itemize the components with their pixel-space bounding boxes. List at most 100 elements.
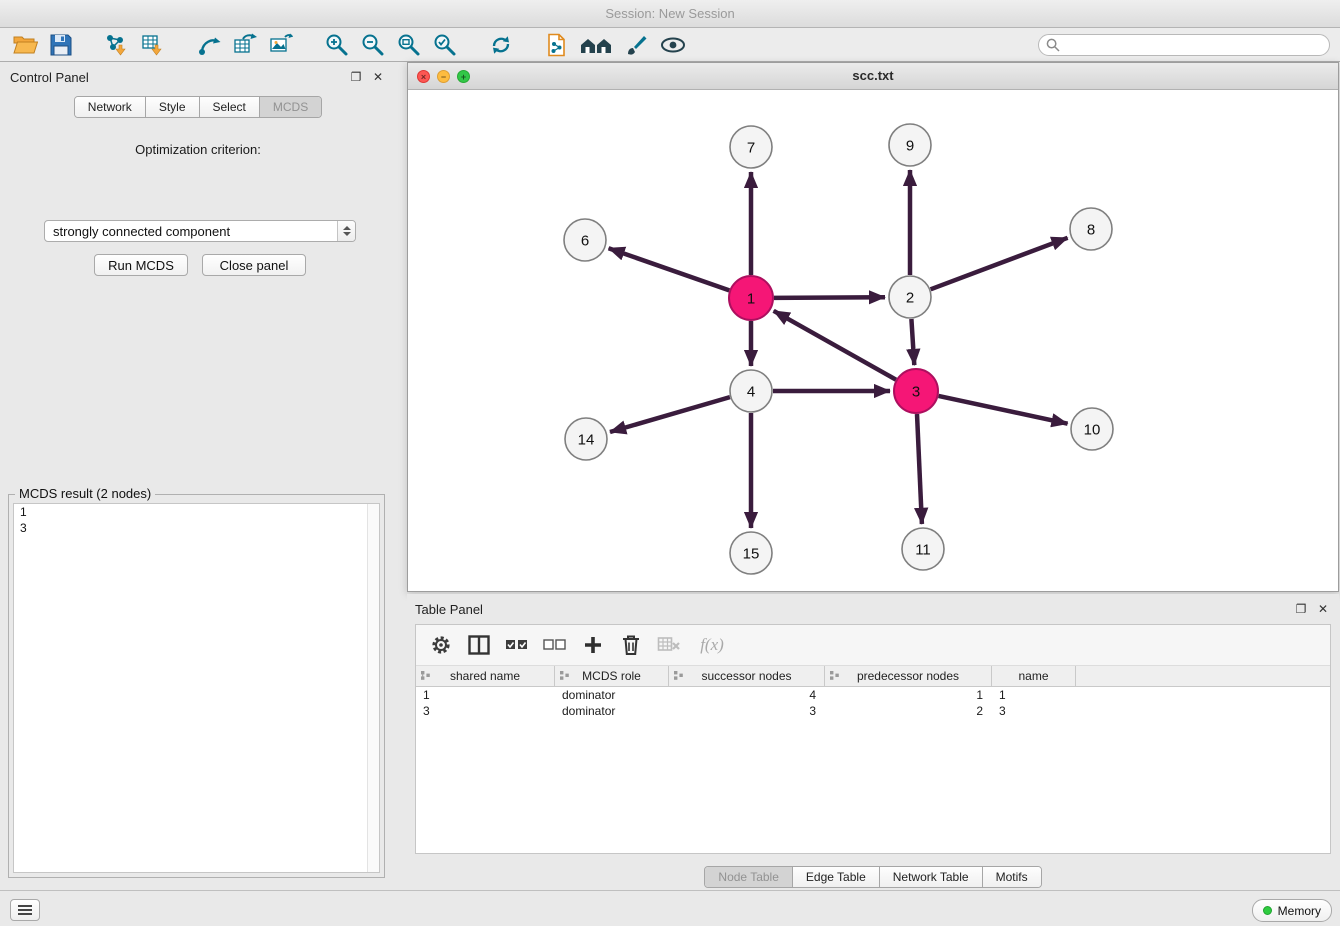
close-panel-button[interactable]: Close panel — [202, 254, 306, 276]
optimization-criterion-select[interactable]: strongly connected component — [44, 220, 356, 242]
show-columns-icon[interactable] — [464, 630, 494, 660]
edge-3-11[interactable] — [917, 414, 922, 524]
edge-2-3[interactable] — [911, 319, 914, 365]
mcds-result-item[interactable]: 1 — [14, 504, 379, 520]
tab-mcds[interactable]: MCDS — [260, 97, 321, 117]
zoom-selected-icon[interactable] — [430, 30, 460, 60]
control-panel: Control Panel ❐ ✕ Network Style Select M… — [0, 62, 396, 890]
table-row[interactable]: 1dominator411 — [416, 687, 1330, 703]
zoom-fit-icon[interactable] — [394, 30, 424, 60]
svg-text:3: 3 — [912, 383, 920, 400]
column-header-name[interactable]: name — [992, 666, 1076, 686]
tab-network[interactable]: Network — [75, 97, 146, 117]
minimize-window-icon[interactable]: − — [437, 70, 450, 83]
search-field[interactable] — [1038, 34, 1330, 56]
search-input[interactable] — [1064, 37, 1322, 53]
edge-3-1[interactable] — [774, 311, 896, 380]
network-window-titlebar[interactable]: × − + scc.txt — [408, 63, 1338, 90]
column-header-mcds-role[interactable]: MCDS role — [555, 666, 669, 686]
deselect-all-icon[interactable] — [540, 630, 570, 660]
table-cell[interactable]: 3 — [416, 703, 555, 719]
mcds-result-list[interactable]: 1 3 — [13, 503, 380, 873]
image-export-icon[interactable] — [266, 30, 296, 60]
memory-button[interactable]: Memory — [1252, 899, 1332, 922]
column-header-shared-name[interactable]: shared name — [416, 666, 555, 686]
svg-text:2: 2 — [906, 289, 914, 306]
graph-node-3[interactable]: 3 — [894, 369, 938, 413]
table-cell[interactable]: 2 — [825, 703, 992, 719]
select-all-icon[interactable] — [502, 630, 532, 660]
add-column-icon[interactable] — [578, 630, 608, 660]
tab-edge-table[interactable]: Edge Table — [793, 867, 880, 887]
tab-style[interactable]: Style — [146, 97, 200, 117]
delete-column-trash-icon[interactable] — [616, 630, 646, 660]
table-arrow-icon[interactable] — [230, 30, 260, 60]
edge-4-14[interactable] — [610, 397, 730, 432]
import-network-icon[interactable] — [102, 30, 132, 60]
table-cell[interactable]: dominator — [555, 703, 669, 719]
network-graph[interactable]: 7 9 6 8 1 2 4 3 14 10 15 11 — [408, 90, 1338, 591]
table-row[interactable]: 3dominator323 — [416, 703, 1330, 719]
close-window-icon[interactable]: × — [417, 70, 430, 83]
table-settings-gear-icon[interactable] — [426, 630, 456, 660]
result-scrollbar[interactable] — [367, 504, 379, 872]
column-header-successor-nodes[interactable]: successor nodes — [669, 666, 825, 686]
network-arrow-icon[interactable] — [194, 30, 224, 60]
network-view-window: × − + scc.txt 7 9 6 8 1 2 4 3 14 10 15 11 — [407, 62, 1339, 592]
graph-node-14[interactable]: 14 — [565, 418, 607, 460]
table-tabbar: Node Table Edge Table Network Table Moti… — [704, 866, 1041, 888]
table-cell[interactable]: 4 — [669, 687, 825, 703]
table-cell[interactable]: 3 — [992, 703, 1076, 719]
float-table-panel-icon[interactable]: ❐ — [1293, 602, 1309, 616]
first-neighbors-icon[interactable] — [578, 30, 616, 60]
window-titlebar[interactable]: Session: New Session — [0, 0, 1340, 28]
graph-node-4[interactable]: 4 — [730, 370, 772, 412]
table-cell[interactable]: 1 — [825, 687, 992, 703]
network-file-icon[interactable] — [542, 30, 572, 60]
graph-node-2[interactable]: 2 — [889, 276, 931, 318]
graph-node-1[interactable]: 1 — [729, 276, 773, 320]
edge-2-8[interactable] — [931, 238, 1068, 289]
graph-node-10[interactable]: 10 — [1071, 408, 1113, 450]
svg-text:15: 15 — [743, 545, 760, 562]
graph-node-6[interactable]: 6 — [564, 219, 606, 261]
table-cell[interactable]: dominator — [555, 687, 669, 703]
tab-network-table[interactable]: Network Table — [880, 867, 983, 887]
tab-select[interactable]: Select — [200, 97, 260, 117]
show-hide-eye-icon[interactable] — [658, 30, 688, 60]
apply-style-icon[interactable] — [622, 30, 652, 60]
network-canvas[interactable]: 7 9 6 8 1 2 4 3 14 10 15 11 — [408, 90, 1338, 591]
svg-text:9: 9 — [906, 137, 914, 154]
task-history-icon[interactable] — [10, 899, 40, 921]
tab-motifs[interactable]: Motifs — [983, 867, 1041, 887]
mcds-result-item[interactable]: 3 — [14, 520, 379, 536]
svg-text:10: 10 — [1084, 421, 1101, 438]
save-session-icon[interactable] — [46, 30, 76, 60]
table-cell[interactable]: 1 — [416, 687, 555, 703]
float-panel-icon[interactable]: ❐ — [348, 70, 364, 84]
open-session-icon[interactable] — [10, 30, 40, 60]
main-toolbar — [0, 28, 1340, 62]
zoom-window-icon[interactable]: + — [457, 70, 470, 83]
tab-node-table[interactable]: Node Table — [705, 867, 793, 887]
graph-node-8[interactable]: 8 — [1070, 208, 1112, 250]
column-header-predecessor-nodes[interactable]: predecessor nodes — [825, 666, 992, 686]
graph-node-7[interactable]: 7 — [730, 126, 772, 168]
graph-node-9[interactable]: 9 — [889, 124, 931, 166]
zoom-in-icon[interactable] — [322, 30, 352, 60]
graph-node-15[interactable]: 15 — [730, 532, 772, 574]
close-panel-icon[interactable]: ✕ — [370, 70, 386, 84]
table-cell[interactable]: 1 — [992, 687, 1076, 703]
graph-node-11[interactable]: 11 — [902, 528, 944, 570]
table-cell[interactable]: 3 — [669, 703, 825, 719]
refresh-icon[interactable] — [486, 30, 516, 60]
edge-3-10[interactable] — [939, 396, 1068, 424]
zoom-out-icon[interactable] — [358, 30, 388, 60]
control-panel-tabbar: Network Style Select MCDS — [74, 96, 322, 118]
edge-1-6[interactable] — [609, 248, 730, 290]
import-table-icon[interactable] — [138, 30, 168, 60]
svg-text:7: 7 — [747, 139, 755, 156]
edge-1-2[interactable] — [774, 297, 885, 298]
run-mcds-button[interactable]: Run MCDS — [94, 254, 188, 276]
close-table-panel-icon[interactable]: ✕ — [1315, 602, 1331, 616]
